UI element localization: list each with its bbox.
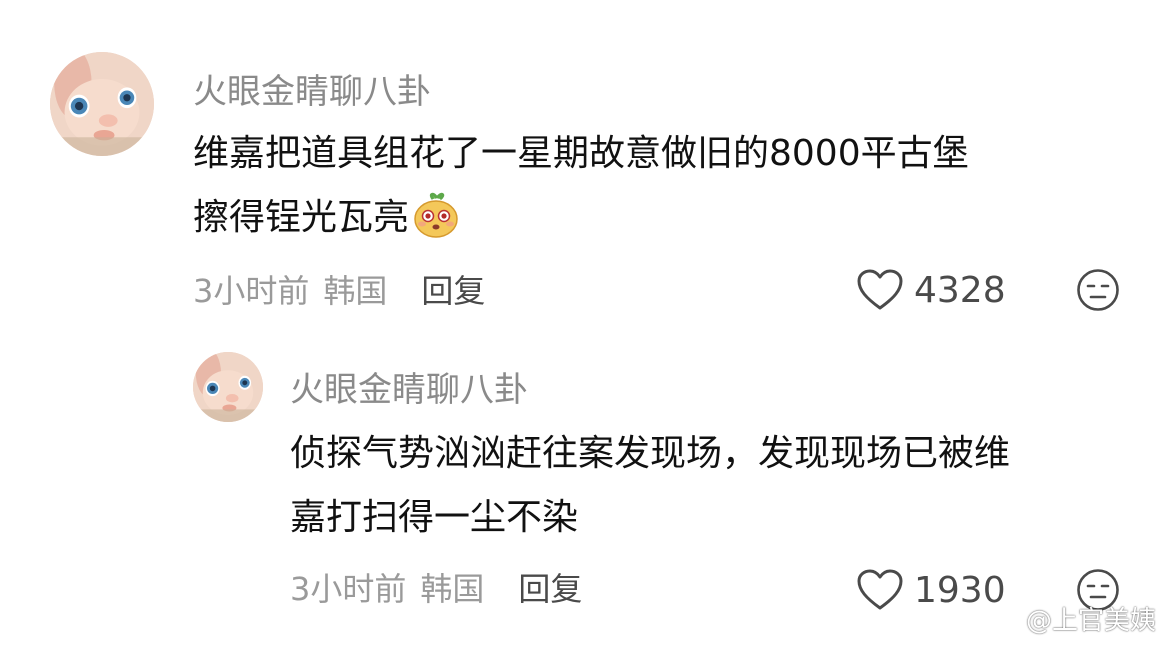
comment-username[interactable]: 火眼金睛聊八卦 [193, 64, 431, 113]
comment-time: 3小时前 [290, 570, 407, 608]
comment-text-line-2: 擦得锃光瓦亮 [193, 197, 410, 238]
comment-text: 维嘉把道具组花了一星期故意做旧的8000平古堡 擦得锃光瓦亮 [193, 122, 969, 250]
comment-meta: 3小时前 韩国 回复 [193, 266, 485, 312]
comment-location: 韩国 [323, 272, 388, 310]
weibo-logo-icon [982, 603, 1022, 634]
comment-time: 3小时前 [193, 272, 310, 310]
bunny-avatar-icon [50, 52, 154, 156]
smiling-blob-emoji-icon [411, 190, 461, 240]
comment-text-line: 嘉打扫得一尘不染 [290, 497, 579, 538]
comment-text-line: 擦得锃光瓦亮 [193, 186, 969, 250]
comment-item: 火眼金睛聊八卦 维嘉把道具组花了一星期故意做旧的8000平古堡 擦得锃光瓦亮 3… [0, 0, 1168, 340]
reply-button[interactable]: 回复 [421, 266, 485, 312]
comment-location: 韩国 [420, 570, 485, 608]
dislike-button[interactable] [1076, 268, 1120, 312]
bunny-avatar-icon [193, 352, 263, 422]
user-avatar[interactable] [193, 352, 263, 422]
like-button[interactable]: 4328 [856, 266, 1006, 314]
unamused-face-icon [1077, 269, 1119, 311]
heart-icon [857, 269, 903, 310]
heart-icon [857, 569, 903, 610]
user-avatar[interactable] [50, 52, 154, 156]
comment-text-line: 侦探气势汹汹赶往案发现场，发现现场已被维 [290, 433, 1011, 474]
like-count: 4328 [914, 269, 1006, 311]
comment-thread: 火眼金睛聊八卦 维嘉把道具组花了一星期故意做旧的8000平古堡 擦得锃光瓦亮 3… [0, 0, 1168, 647]
comment-text: 侦探气势汹汹赶往案发现场，发现现场已被维 嘉打扫得一尘不染 [290, 422, 1010, 550]
comment-username[interactable]: 火眼金睛聊八卦 [290, 362, 528, 411]
comment-meta: 3小时前 韩国 回复 [290, 564, 582, 610]
watermark-text: @上官美姨 [1025, 606, 1156, 636]
watermark: @上官美姨 [982, 600, 1156, 637]
comment-text-line: 维嘉把道具组花了一星期故意做旧的8000平古堡 [193, 133, 969, 174]
reply-button[interactable]: 回复 [518, 564, 582, 610]
